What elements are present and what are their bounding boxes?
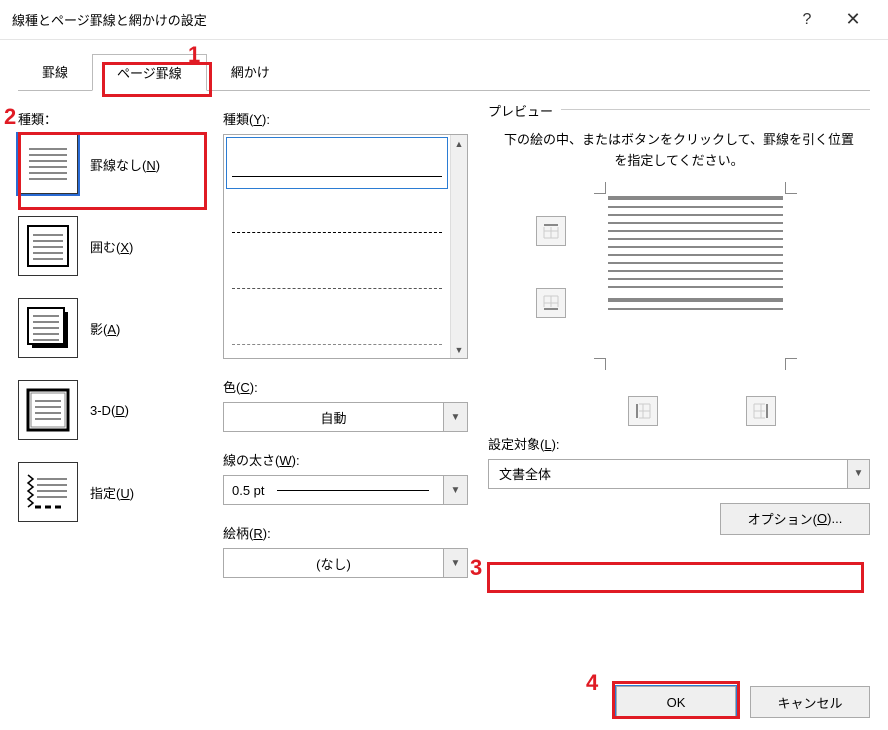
- width-label: 線の太さ(W):: [223, 450, 468, 469]
- color-combo[interactable]: 自動 ▼: [223, 402, 468, 432]
- scroll-down-icon[interactable]: ▼: [451, 341, 467, 358]
- apply-combo[interactable]: 文書全体 ▼: [488, 459, 870, 489]
- style-scrollbar[interactable]: ▲ ▼: [450, 135, 467, 358]
- tab-bar: 罫線 ページ罫線 網かけ: [18, 54, 870, 91]
- preview-lines: [608, 196, 783, 310]
- art-combo[interactable]: (なし) ▼: [223, 548, 468, 578]
- width-value: 0.5 pt: [232, 483, 265, 498]
- dialog-footer: OK キャンセル: [616, 686, 870, 718]
- color-label: 色(C):: [223, 377, 468, 396]
- chevron-down-icon[interactable]: ▼: [847, 460, 869, 488]
- setting-label: 種類：: [18, 109, 203, 128]
- chevron-down-icon[interactable]: ▼: [443, 403, 467, 431]
- corner-mark: [594, 358, 606, 370]
- setting-shadow-label: 影(A): [90, 319, 120, 338]
- setting-none-label: 罫線なし(N): [90, 155, 160, 174]
- preview-hint: 下の絵の中、またはボタンをクリックして、罫線を引く位置を指定してください。: [498, 130, 860, 172]
- setting-none[interactable]: 罫線なし(N): [18, 134, 203, 194]
- width-preview-line: [277, 490, 429, 491]
- art-value: (なし): [224, 549, 443, 577]
- window-title: 線種とページ罫線と網かけの設定: [12, 10, 784, 29]
- style-item-dash2[interactable]: [224, 247, 450, 303]
- style-item-dash1[interactable]: [224, 191, 450, 247]
- preview-legend: プレビュー: [488, 101, 561, 120]
- help-button[interactable]: ?: [784, 0, 830, 40]
- setting-custom[interactable]: 指定(U): [18, 462, 203, 522]
- setting-box-label: 囲む(X): [90, 237, 133, 256]
- style-listbox[interactable]: ▲ ▼: [223, 134, 468, 359]
- annotation-number-4: 4: [586, 670, 598, 696]
- setting-shadow[interactable]: 影(A): [18, 298, 203, 358]
- corner-mark: [594, 182, 606, 194]
- art-label: 絵柄(R):: [223, 523, 468, 542]
- apply-label: 設定対象(L):: [488, 434, 870, 453]
- setting-3d-label: 3-D(D): [90, 403, 129, 418]
- tab-shading[interactable]: 網かけ: [207, 54, 294, 90]
- width-combo[interactable]: 0.5 pt ▼: [223, 475, 468, 505]
- cancel-button[interactable]: キャンセル: [750, 686, 870, 718]
- setting-custom-icon: [18, 462, 78, 522]
- chevron-down-icon[interactable]: ▼: [443, 476, 467, 504]
- preview-group: プレビュー 下の絵の中、またはボタンをクリックして、罫線を引く位置を指定してくだ…: [488, 109, 870, 428]
- tab-page-border[interactable]: ページ罫線: [92, 54, 207, 91]
- options-button[interactable]: オプション(O)...: [720, 503, 870, 535]
- style-item-solid[interactable]: [224, 135, 450, 191]
- color-value: 自動: [224, 403, 443, 431]
- preview-page[interactable]: [608, 196, 783, 356]
- setting-box[interactable]: 囲む(X): [18, 216, 203, 276]
- style-label: 種類(Y):: [223, 109, 468, 128]
- style-item-dash3[interactable]: [224, 303, 450, 358]
- setting-custom-label: 指定(U): [90, 483, 134, 502]
- chevron-down-icon[interactable]: ▼: [443, 549, 467, 577]
- border-top-button[interactable]: [536, 216, 566, 246]
- close-button[interactable]: ✕: [830, 0, 876, 40]
- corner-mark: [785, 358, 797, 370]
- corner-mark: [785, 182, 797, 194]
- setting-none-icon: [18, 134, 78, 194]
- apply-value: 文書全体: [489, 460, 847, 488]
- border-left-button[interactable]: [628, 396, 658, 426]
- border-bottom-button[interactable]: [536, 288, 566, 318]
- setting-shadow-icon: [18, 298, 78, 358]
- setting-3d-icon: [18, 380, 78, 440]
- setting-3d[interactable]: 3-D(D): [18, 380, 203, 440]
- scroll-up-icon[interactable]: ▲: [451, 135, 467, 152]
- ok-button[interactable]: OK: [616, 686, 736, 718]
- titlebar: 線種とページ罫線と網かけの設定 ? ✕: [0, 0, 888, 40]
- tab-borders[interactable]: 罫線: [18, 54, 92, 90]
- setting-box-icon: [18, 216, 78, 276]
- border-right-button[interactable]: [746, 396, 776, 426]
